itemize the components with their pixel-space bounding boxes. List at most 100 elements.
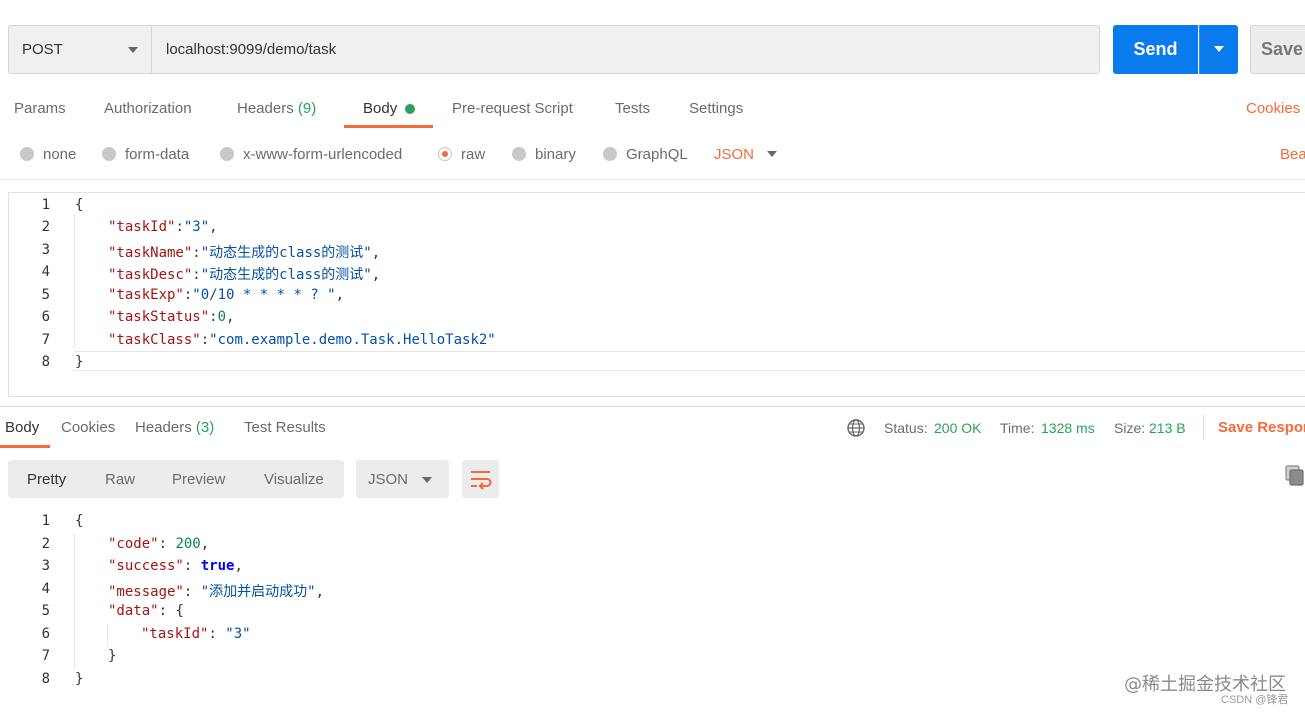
view-tab-preview[interactable]: Preview <box>172 471 225 488</box>
code-line: { <box>75 513 83 529</box>
cursor-line-highlight <box>74 351 1305 371</box>
code-value: "0/10 * * * * ? " <box>192 287 336 303</box>
code-punct: { <box>75 197 84 213</box>
code-line: "taskExp":"0/10 * * * * ? ", <box>108 287 344 303</box>
code-key: "taskClass" <box>108 332 201 348</box>
chevron-down-icon <box>128 47 138 53</box>
tab-headers-count: (9) <box>297 100 317 117</box>
radio-circle <box>438 147 452 161</box>
radio-label: x-www-form-urlencoded <box>243 146 403 163</box>
code-line: "taskId": "3" <box>141 626 251 642</box>
code-line: } <box>75 671 83 687</box>
code-key: "message" <box>108 584 184 600</box>
body-format-select[interactable]: JSON <box>714 146 754 163</box>
response-format-select[interactable]: JSON <box>356 460 449 498</box>
code-line: } <box>108 648 116 664</box>
response-tab-headers[interactable]: Headers (3) <box>135 419 214 436</box>
save-button[interactable]: Save <box>1250 25 1305 74</box>
send-button[interactable]: Send <box>1113 25 1198 74</box>
code-key: "taskName" <box>108 245 193 261</box>
status-value[interactable]: 200 OK <box>934 420 981 436</box>
status-label: Status: <box>884 420 928 436</box>
view-tab-raw[interactable]: Raw <box>105 471 135 488</box>
tab-body[interactable]: Body <box>363 100 397 117</box>
body-indicator-dot <box>405 104 415 114</box>
wrap-lines-button[interactable] <box>462 460 499 498</box>
tab-headers[interactable]: Headers (9) <box>237 100 316 117</box>
code-line: "taskId":"3", <box>108 219 218 235</box>
line-number: 4 <box>41 581 50 597</box>
code-key: "code" <box>108 536 159 552</box>
globe-icon[interactable] <box>846 418 866 438</box>
code-line: "success": true, <box>108 558 243 574</box>
line-number: 1 <box>41 197 50 213</box>
code-punct: : <box>175 219 184 235</box>
code-line: "data": { <box>108 603 184 619</box>
chevron-down-icon[interactable] <box>767 151 777 157</box>
tab-active-underline <box>344 125 433 128</box>
divider <box>1203 415 1204 440</box>
code-value: 0 <box>217 309 227 325</box>
code-punct: } <box>75 671 84 687</box>
time-value[interactable]: 1328 ms <box>1041 420 1095 436</box>
code-key: "taskId" <box>108 219 176 235</box>
tab-params[interactable]: Params <box>14 100 66 117</box>
tab-tests[interactable]: Tests <box>615 100 650 117</box>
code-key: "data" <box>108 603 159 619</box>
code-punct: : <box>192 267 201 283</box>
method-label: POST <box>22 41 63 58</box>
view-tab-visualize[interactable]: Visualize <box>264 471 324 488</box>
code-punct: , <box>209 219 218 235</box>
tab-active-underline <box>0 445 50 448</box>
save-response-button[interactable]: Save Respor <box>1218 419 1305 436</box>
watermark-sub: CSDN @锋君 <box>1221 694 1289 706</box>
response-tab-cookies[interactable]: Cookies <box>61 419 115 436</box>
line-number: 7 <box>41 332 50 348</box>
code-punct: , <box>234 558 243 574</box>
radio-label: GraphQL <box>626 146 688 163</box>
view-tab-pretty[interactable]: Pretty <box>27 471 66 488</box>
radio-label: form-data <box>125 146 190 163</box>
response-tab-body[interactable]: Body <box>5 419 39 436</box>
url-input[interactable]: localhost:9099/demo/task <box>151 25 1100 74</box>
code-value: "动态生成的class的测试" <box>200 267 372 283</box>
wrap-lines-icon <box>471 471 492 490</box>
beautify-link[interactable]: Bea <box>1280 146 1305 163</box>
code-punct: : <box>158 603 176 619</box>
radio-label: binary <box>535 146 576 163</box>
chevron-down-icon <box>422 477 432 483</box>
cookies-link[interactable]: Cookies <box>1246 100 1300 117</box>
response-tab-headers-count: (3) <box>195 419 215 436</box>
code-value: "3" <box>183 219 210 235</box>
method-select[interactable]: POST <box>8 25 151 74</box>
radio-circle <box>603 147 617 161</box>
code-key: "taskStatus" <box>108 309 210 325</box>
code-line: "message": "添加并启动成功", <box>108 581 324 601</box>
response-tab-headers-label: Headers <box>135 419 192 436</box>
send-options-button[interactable] <box>1199 25 1238 74</box>
tab-authorization[interactable]: Authorization <box>104 100 192 117</box>
code-value: "3" <box>225 626 251 642</box>
code-key: "success" <box>108 558 184 574</box>
pane-divider[interactable] <box>0 406 1305 407</box>
line-number: 3 <box>41 558 50 574</box>
code-punct: , <box>371 267 381 283</box>
code-value: "添加并启动成功" <box>200 584 316 600</box>
size-value[interactable]: 213 B <box>1149 420 1186 436</box>
url-value: localhost:9099/demo/task <box>166 41 337 58</box>
code-key: "taskId" <box>141 626 209 642</box>
code-punct: , <box>335 287 345 303</box>
code-value: "com.example.demo.Task.HelloTask2" <box>209 332 496 348</box>
code-line: "taskStatus":0, <box>108 309 234 325</box>
tab-prerequest-script[interactable]: Pre-request Script <box>452 100 573 117</box>
tab-settings[interactable]: Settings <box>689 100 743 117</box>
code-value: "动态生成的class的测试" <box>200 245 372 261</box>
line-number: 6 <box>41 626 50 642</box>
code-punct: } <box>75 354 84 370</box>
copy-icon[interactable] <box>1285 465 1305 487</box>
response-tab-test-results[interactable]: Test Results <box>244 419 326 436</box>
indent-guide <box>107 624 108 646</box>
response-format-label: JSON <box>368 471 409 488</box>
code-line: "code": 200, <box>108 536 209 552</box>
time-label: Time: <box>1000 420 1035 436</box>
